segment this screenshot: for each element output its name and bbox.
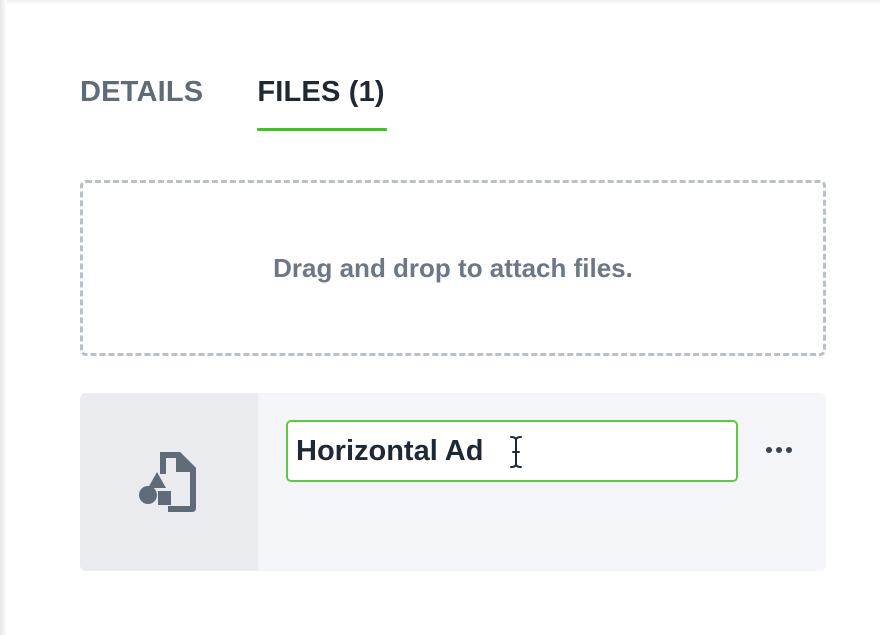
file-thumbnail (80, 393, 258, 571)
tab-bar: DETAILS FILES (1) (80, 76, 388, 131)
panel-left-border (0, 0, 7, 635)
files-panel: DETAILS FILES (1) Drag and drop to attac… (0, 0, 880, 635)
file-dropzone[interactable]: Drag and drop to attach files. (80, 180, 826, 356)
file-name-input[interactable] (286, 420, 738, 482)
file-shapes-icon (139, 452, 196, 512)
tab-details[interactable]: DETAILS (80, 76, 203, 131)
file-item (80, 393, 826, 571)
dropzone-hint: Drag and drop to attach files. (273, 252, 633, 283)
more-horizontal-icon (766, 447, 792, 453)
panel-top-shadow (0, 0, 880, 5)
file-more-button[interactable] (764, 435, 794, 465)
tab-files[interactable]: FILES (1) (257, 76, 388, 131)
